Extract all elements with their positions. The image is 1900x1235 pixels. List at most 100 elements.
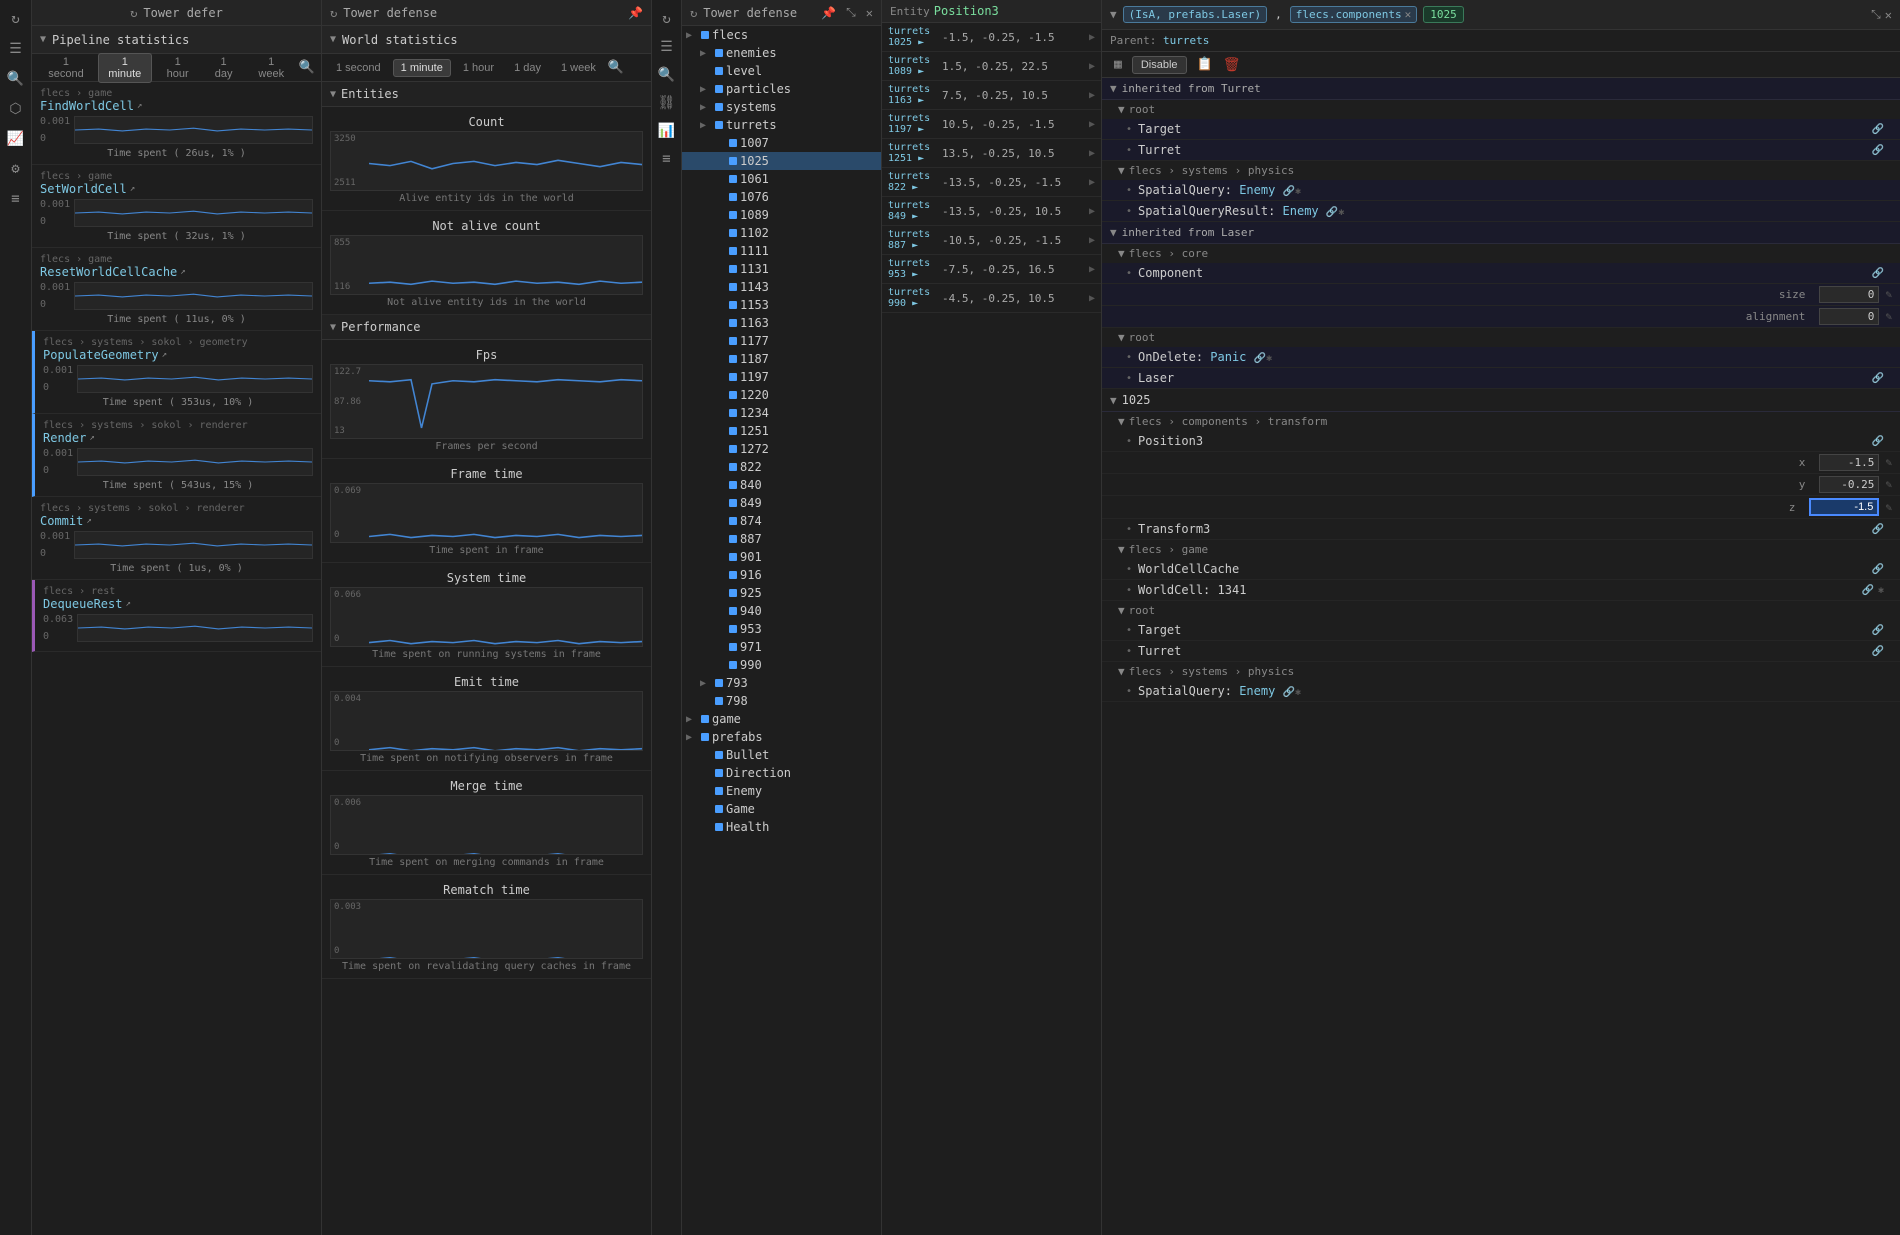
- sq-link[interactable]: 🔗: [1283, 186, 1295, 197]
- entity-icon[interactable]: ⬡: [5, 98, 27, 120]
- pipeline-search-icon[interactable]: 🔍: [299, 60, 315, 75]
- pin-icon-w2[interactable]: 📌: [628, 6, 643, 20]
- stat-name-text-4[interactable]: Render: [43, 431, 86, 445]
- menu-icon[interactable]: ☰: [5, 38, 27, 60]
- tree-item-822[interactable]: 822: [682, 458, 881, 476]
- mid-chart2-icon[interactable]: 📊: [656, 120, 678, 142]
- tree-item-Enemy[interactable]: Enemy: [682, 782, 881, 800]
- tree-item-1197[interactable]: 1197: [682, 368, 881, 386]
- tree-item-systems[interactable]: ▶ systems: [682, 98, 881, 116]
- tree-item-Direction[interactable]: Direction: [682, 764, 881, 782]
- close2-icon[interactable]: ✕: [1885, 8, 1892, 22]
- entity-row-label-2[interactable]: turrets 1163 ►: [888, 84, 938, 106]
- time-btn-1sec[interactable]: 1 second: [38, 53, 94, 83]
- y-edit-btn[interactable]: ✎: [1885, 478, 1892, 491]
- world-collapse-arrow[interactable]: ▼: [330, 34, 336, 45]
- laser-link[interactable]: 🔗: [1872, 373, 1884, 384]
- tree-item-flecs[interactable]: ▶ flecs: [682, 26, 881, 44]
- tree-item-1143[interactable]: 1143: [682, 278, 881, 296]
- tree-item-798[interactable]: 798: [682, 692, 881, 710]
- od-link[interactable]: 🔗: [1254, 353, 1266, 364]
- entity-row-label-8[interactable]: turrets 953 ►: [888, 258, 938, 280]
- world-time-btn-1week[interactable]: 1 week: [553, 59, 604, 77]
- tree-item-1234[interactable]: 1234: [682, 404, 881, 422]
- mid-refresh-icon[interactable]: ↻: [656, 8, 678, 30]
- wcc-link[interactable]: 🔗: [1872, 564, 1884, 575]
- tree-item-1061[interactable]: 1061: [682, 170, 881, 188]
- world-time-btn-1sec[interactable]: 1 second: [328, 59, 389, 77]
- z-edit-btn[interactable]: ✎: [1885, 501, 1892, 514]
- tree-item-901[interactable]: 901: [682, 548, 881, 566]
- entity-row-label-7[interactable]: turrets 887 ►: [888, 229, 938, 251]
- copy-icon[interactable]: 📋: [1193, 56, 1217, 73]
- time-btn-1day[interactable]: 1 day: [204, 53, 244, 83]
- laser-collapse[interactable]: ▼: [1110, 226, 1117, 239]
- 1025-collapse[interactable]: ▼: [1110, 394, 1117, 407]
- entity-row-label-0[interactable]: turrets 1025 ►: [888, 26, 938, 48]
- time-btn-1week[interactable]: 1 week: [248, 53, 295, 83]
- tree-item-1102[interactable]: 1102: [682, 224, 881, 242]
- world-search-icon[interactable]: 🔍: [608, 60, 624, 75]
- tree-item-1007[interactable]: 1007: [682, 134, 881, 152]
- tree-item-916[interactable]: 916: [682, 566, 881, 584]
- entity-row-label-1[interactable]: turrets 1089 ►: [888, 55, 938, 77]
- size-edit-btn[interactable]: ✎: [1885, 288, 1892, 301]
- tree-item-game[interactable]: ▶ game: [682, 710, 881, 728]
- wc-link[interactable]: 🔗: [1862, 585, 1874, 596]
- stat-name-text-1[interactable]: SetWorldCell: [40, 182, 127, 196]
- filter-tag[interactable]: (IsA, prefabs.Laser): [1123, 6, 1267, 23]
- z-input[interactable]: [1809, 498, 1879, 516]
- laser-core-collapse[interactable]: ▼: [1118, 247, 1125, 260]
- filter-component-tag[interactable]: flecs.components ✕: [1290, 6, 1418, 23]
- stat-name-text-5[interactable]: Commit: [40, 514, 83, 528]
- entities-collapse[interactable]: ▼: [330, 89, 336, 100]
- tree-item-990[interactable]: 990: [682, 656, 881, 674]
- tree-item-enemies[interactable]: ▶ enemies: [682, 44, 881, 62]
- mid-chain-icon[interactable]: ⛓: [656, 92, 678, 114]
- tree-item-prefabs[interactable]: ▶ prefabs: [682, 728, 881, 746]
- tree-item-1025[interactable]: 1025: [682, 152, 881, 170]
- entity-row-label-3[interactable]: turrets 1197 ►: [888, 113, 938, 135]
- tree-item-1089[interactable]: 1089: [682, 206, 881, 224]
- stat-name-text-3[interactable]: PopulateGeometry: [43, 348, 159, 362]
- tree-item-1187[interactable]: 1187: [682, 350, 881, 368]
- entity-row-label-4[interactable]: turrets 1251 ►: [888, 142, 938, 164]
- tree-item-925[interactable]: 925: [682, 584, 881, 602]
- pipeline-collapse-arrow[interactable]: ▼: [40, 34, 46, 45]
- turret-physics-collapse[interactable]: ▼: [1118, 164, 1125, 177]
- root-collapse-1025[interactable]: ▼: [1118, 604, 1125, 617]
- laser-root-collapse[interactable]: ▼: [1118, 331, 1125, 344]
- tree-item-level[interactable]: level: [682, 62, 881, 80]
- refresh-icon[interactable]: ↻: [5, 8, 27, 30]
- tree-item-particles[interactable]: ▶ particles: [682, 80, 881, 98]
- tree-item-793[interactable]: ▶ 793: [682, 674, 881, 692]
- alignment-edit-btn[interactable]: ✎: [1885, 310, 1892, 323]
- mid-search-icon[interactable]: 🔍: [656, 64, 678, 86]
- transform3-link[interactable]: 🔗: [1872, 524, 1884, 535]
- tree-item-840[interactable]: 840: [682, 476, 881, 494]
- world-time-btn-1min[interactable]: 1 minute: [393, 59, 451, 77]
- sq-1025-link[interactable]: 🔗: [1283, 687, 1295, 698]
- time-btn-1min[interactable]: 1 minute: [98, 53, 152, 83]
- tree-item-874[interactable]: 874: [682, 512, 881, 530]
- stat-name-text-6[interactable]: DequeueRest: [43, 597, 122, 611]
- perf-collapse[interactable]: ▼: [330, 322, 336, 333]
- stat-name-text-2[interactable]: ResetWorldCellCache: [40, 265, 177, 279]
- tree-item-Bullet[interactable]: Bullet: [682, 746, 881, 764]
- settings-icon[interactable]: ⚙: [5, 158, 27, 180]
- search-nav-icon[interactable]: 🔍: [5, 68, 27, 90]
- turret-1025-link[interactable]: 🔗: [1872, 646, 1884, 657]
- pos3-link[interactable]: 🔗: [1872, 436, 1884, 447]
- tree-item-849[interactable]: 849: [682, 494, 881, 512]
- entity-row-label-6[interactable]: turrets 849 ►: [888, 200, 938, 222]
- entity-row-label-9[interactable]: turrets 990 ►: [888, 287, 938, 309]
- close-icon-w3[interactable]: ✕: [866, 6, 873, 20]
- chart-icon[interactable]: 📈: [5, 128, 27, 150]
- tree-item-1177[interactable]: 1177: [682, 332, 881, 350]
- tree-item-971[interactable]: 971: [682, 638, 881, 656]
- list-icon[interactable]: ≡: [5, 188, 27, 210]
- tree-item-turrets[interactable]: ▶ turrets: [682, 116, 881, 134]
- tree-item-1131[interactable]: 1131: [682, 260, 881, 278]
- turret-root-collapse[interactable]: ▼: [1118, 103, 1125, 116]
- target-link-icon[interactable]: 🔗: [1872, 124, 1884, 135]
